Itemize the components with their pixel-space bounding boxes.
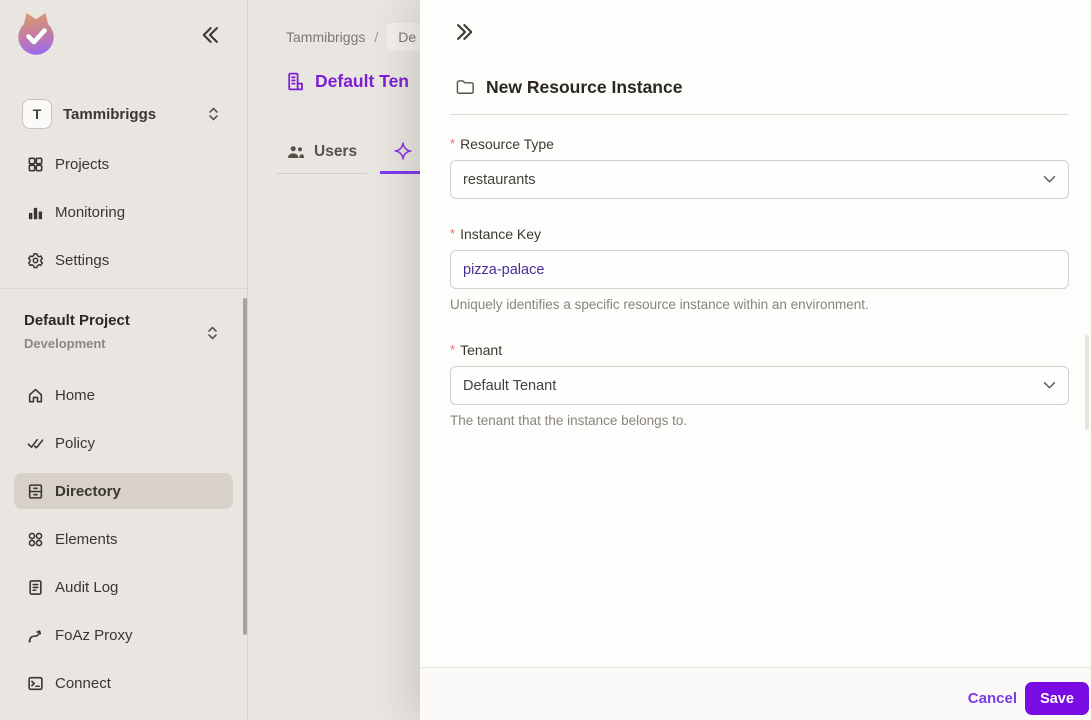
chevron-updown-icon <box>206 325 219 341</box>
sidebar-top-nav: Projects Monitoring Settings <box>0 140 247 284</box>
resource-type-label: * Resource Type <box>450 136 554 152</box>
required-asterisk: * <box>450 226 456 241</box>
resource-type-select[interactable]: restaurants <box>450 160 1069 199</box>
circles-grid-icon <box>27 531 44 548</box>
chevrons-right-icon <box>455 22 475 42</box>
instance-key-label: * Instance Key <box>450 226 541 242</box>
tenant-building-icon <box>285 71 306 92</box>
drawer-header-divider <box>450 114 1069 115</box>
instance-key-helper: Uniquely identifies a specific resource … <box>450 297 869 312</box>
sidebar-item-label: Connect <box>55 674 111 692</box>
sidebar-item-label: Monitoring <box>55 203 126 221</box>
workspace-avatar: T <box>22 99 52 129</box>
bar-chart-icon <box>27 204 44 221</box>
sidebar-item-policy[interactable]: Policy <box>0 419 247 467</box>
chevron-down-icon <box>1043 381 1056 390</box>
home-icon <box>27 387 44 404</box>
required-asterisk: * <box>450 136 456 151</box>
terminal-icon <box>27 675 44 692</box>
sidebar-scrollbar-thumb[interactable] <box>243 298 247 635</box>
chevron-updown-icon <box>207 106 220 122</box>
project-switcher[interactable]: Default Project Development <box>0 303 247 365</box>
environment-name: Development <box>24 336 106 351</box>
sidebar-collapse-button[interactable] <box>198 23 222 47</box>
grid-squares-icon <box>27 156 44 173</box>
drawer-new-resource-instance: New Resource Instance * Resource Type re… <box>420 0 1091 720</box>
required-asterisk: * <box>450 342 456 357</box>
sidebar-item-label: Settings <box>55 251 110 269</box>
permit-cat-logo <box>14 10 58 57</box>
sparkle-icon <box>393 141 413 161</box>
curve-arrow-icon <box>27 627 44 644</box>
drawer-footer: Cancel Save <box>420 667 1091 720</box>
double-check-icon <box>27 435 44 452</box>
tenant-helper: The tenant that the instance belongs to. <box>450 413 688 428</box>
save-button[interactable]: Save <box>1025 682 1089 715</box>
sidebar-item-label: Audit Log <box>55 578 119 596</box>
sidebar-item-audit-log[interactable]: Audit Log <box>0 563 247 611</box>
drawer-close-button[interactable] <box>453 20 477 44</box>
sidebar-item-foaz-proxy[interactable]: FoAz Proxy <box>0 611 247 659</box>
breadcrumb: Tammibriggs / De <box>286 23 428 51</box>
tenant-select[interactable]: Default Tenant <box>450 366 1069 405</box>
sidebar-item-elements[interactable]: Elements <box>0 515 247 563</box>
sidebar-item-label: Elements <box>55 530 118 548</box>
sidebar-item-connect[interactable]: Connect <box>0 659 247 707</box>
cancel-button[interactable]: Cancel <box>968 682 1017 715</box>
folder-icon <box>456 79 475 96</box>
sidebar: T Tammibriggs Projects Monitoring Settin… <box>0 0 248 720</box>
breadcrumb-item-workspace[interactable]: Tammibriggs <box>286 29 365 45</box>
sidebar-divider <box>0 288 247 289</box>
drawer-title: New Resource Instance <box>486 77 683 97</box>
sidebar-item-label: Directory <box>55 482 121 500</box>
chevron-down-icon <box>1043 175 1056 184</box>
workspace-switcher[interactable]: T Tammibriggs <box>14 94 234 134</box>
page-title: Default Ten <box>315 71 409 91</box>
page-title-row: Default Ten <box>285 71 409 92</box>
app-root: T Tammibriggs Projects Monitoring Settin… <box>0 0 1091 720</box>
sidebar-main-nav: Home Policy Directory Elements Audit Log… <box>0 371 247 707</box>
sidebar-item-label: Projects <box>55 155 110 173</box>
chevrons-left-icon <box>200 25 220 45</box>
resource-type-value: restaurants <box>463 171 536 188</box>
tab-label: Users <box>314 143 358 160</box>
sidebar-item-home[interactable]: Home <box>0 371 247 419</box>
instance-key-input[interactable] <box>450 250 1069 289</box>
tab-users[interactable]: Users <box>277 131 368 174</box>
sidebar-item-label: Policy <box>55 434 96 452</box>
sidebar-item-directory[interactable]: Directory <box>14 473 233 509</box>
project-name: Default Project <box>24 312 130 329</box>
tenant-label: * Tenant <box>450 342 503 358</box>
sidebar-item-label: FoAz Proxy <box>55 626 133 644</box>
users-icon <box>287 145 305 159</box>
sidebar-item-monitoring[interactable]: Monitoring <box>0 188 247 236</box>
drawer-header: New Resource Instance <box>456 77 682 98</box>
gear-icon <box>27 252 44 269</box>
drawer-scrollbar-thumb[interactable] <box>1085 335 1089 430</box>
sidebar-item-settings[interactable]: Settings <box>0 236 247 284</box>
document-icon <box>27 579 44 596</box>
sidebar-item-label: Home <box>55 386 96 404</box>
breadcrumb-separator: / <box>374 29 379 45</box>
workspace-name: Tammibriggs <box>63 105 157 123</box>
cabinet-icon <box>27 483 44 500</box>
sidebar-item-projects[interactable]: Projects <box>0 140 247 188</box>
tenant-value: Default Tenant <box>463 377 557 394</box>
